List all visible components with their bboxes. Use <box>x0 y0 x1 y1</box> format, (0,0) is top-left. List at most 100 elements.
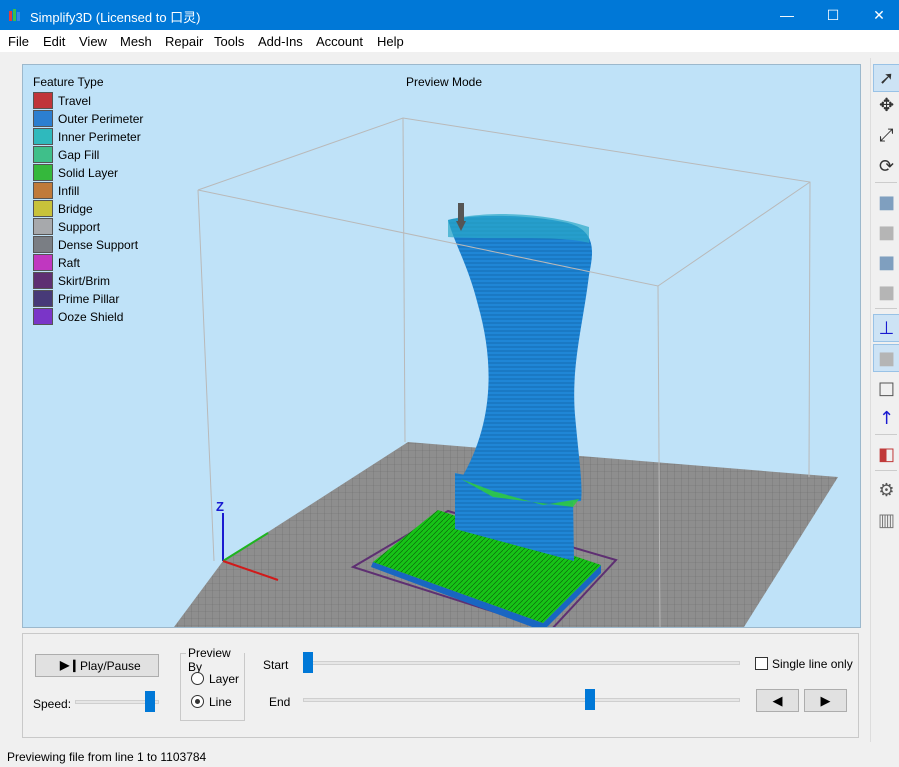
single-line-only-checkbox[interactable] <box>755 657 768 670</box>
single-line-only-label[interactable]: Single line only <box>772 657 853 671</box>
speed-label: Speed: <box>33 697 72 711</box>
preview-by-group: Preview By <box>180 646 245 721</box>
rotate-tool[interactable]: ⟳ <box>873 152 899 180</box>
maximize-button[interactable]: ☐ <box>810 0 856 30</box>
toolbar-separator <box>875 434 897 435</box>
end-slider-thumb[interactable] <box>584 689 595 710</box>
legend-label: Travel <box>58 94 91 108</box>
settings-gear-tool[interactable]: ⚙ <box>873 476 899 504</box>
legend-label: Prime Pillar <box>58 292 120 306</box>
status-text: Previewing file from line 1 to 1103784 <box>7 750 207 764</box>
next-step-button[interactable]: ▶ <box>804 689 847 712</box>
select-arrow-icon: ➚ <box>878 67 895 89</box>
legend-swatch <box>33 218 53 235</box>
legend-swatch <box>33 254 53 271</box>
machine-icon: ▥ <box>877 509 895 531</box>
legend-swatch <box>33 272 53 289</box>
toolbar-separator <box>875 470 897 471</box>
legend-label: Infill <box>58 184 80 198</box>
preview-by-layer-radio[interactable] <box>191 672 204 685</box>
wireframe-view-tool[interactable]: □ <box>873 374 899 402</box>
previous-step-button[interactable]: ◀ <box>756 689 799 712</box>
move-icon: ✥ <box>878 94 895 116</box>
menu-bar: File Edit View Mesh Repair Tools Add-Ins… <box>0 30 899 52</box>
scene-canvas: Z <box>174 117 838 627</box>
radio-selected-dot <box>195 699 200 704</box>
show-axes-icon: ⊥ <box>878 317 895 339</box>
end-slider-track[interactable] <box>303 698 740 702</box>
legend-swatch <box>33 290 53 307</box>
scale-tool[interactable]: ⤢ <box>873 121 899 149</box>
axis-z-label: Z <box>216 499 224 514</box>
right-toolbar: ➚ ✥ ⤢ ⟳ ■ ■ ■ ■ ⊥ ■ □ ↑ ◧ ⚙ ▥ <box>870 58 899 742</box>
legend-swatch <box>33 200 53 217</box>
view-default-cube-icon: ■ <box>877 191 895 213</box>
legend-swatch <box>33 164 53 181</box>
play-pause-button[interactable]: ▶❙ Play/Pause <box>35 654 159 677</box>
menu-repair[interactable]: Repair <box>165 34 203 49</box>
menu-account[interactable]: Account <box>316 34 363 49</box>
view-top-cube-icon: ■ <box>877 251 895 273</box>
preview-mode-label: Preview Mode <box>406 75 483 89</box>
menu-add-ins[interactable]: Add-Ins <box>258 34 303 49</box>
menu-file[interactable]: File <box>8 34 29 49</box>
play-pause-icon: ▶❙ <box>60 658 80 672</box>
legend-label: Inner Perimeter <box>58 130 141 144</box>
preview-by-layer-label[interactable]: Layer <box>209 672 239 686</box>
legend-swatch <box>33 146 53 163</box>
menu-mesh[interactable]: Mesh <box>120 34 152 49</box>
show-axes-tool[interactable]: ⊥ <box>873 314 899 342</box>
preview-viewport[interactable]: Z Feature Type Preview Mode Travel Outer … <box>22 64 861 628</box>
speed-slider-thumb[interactable] <box>145 691 156 712</box>
menu-help[interactable]: Help <box>377 34 404 49</box>
legend-swatch <box>33 128 53 145</box>
select-arrow-tool[interactable]: ➚ <box>873 64 899 92</box>
cross-section-tool[interactable]: ◧ <box>873 440 899 468</box>
normals-tool[interactable]: ↑ <box>873 404 899 432</box>
legend-label: Dense Support <box>58 238 139 252</box>
play-pause-label: Play/Pause <box>80 659 141 673</box>
legend-swatch <box>33 236 53 253</box>
wireframe-view-icon: □ <box>877 377 895 399</box>
menu-view[interactable]: View <box>79 34 107 49</box>
machine-tool[interactable]: ▥ <box>873 506 899 534</box>
start-label: Start <box>263 658 289 672</box>
toolbar-separator <box>875 308 897 309</box>
close-button[interactable]: ✕ <box>856 0 899 30</box>
legend-title: Feature Type <box>33 75 104 89</box>
start-slider-track[interactable] <box>303 661 740 665</box>
view-top-cube-tool[interactable]: ■ <box>873 248 899 276</box>
toolbar-separator <box>875 182 897 183</box>
legend-swatch <box>33 110 53 127</box>
legend-swatch <box>33 182 53 199</box>
view-side-cube-tool[interactable]: ■ <box>873 278 899 306</box>
preview-by-line-radio[interactable] <box>191 695 204 708</box>
menu-tools[interactable]: Tools <box>214 34 244 49</box>
move-tool[interactable]: ✥ <box>873 91 899 119</box>
end-label: End <box>269 695 291 709</box>
title-bar: Simplify3D (Licensed to 口灵) — ☐ ✕ <box>0 0 899 30</box>
view-front-cube-icon: ■ <box>877 221 895 243</box>
menu-edit[interactable]: Edit <box>43 34 65 49</box>
solid-view-icon: ■ <box>877 347 895 369</box>
normals-icon: ↑ <box>878 407 895 429</box>
simplify3d-logo-icon <box>9 9 20 21</box>
legend-label: Gap Fill <box>58 148 100 162</box>
rotate-icon: ⟳ <box>878 155 895 177</box>
preview-by-line-label[interactable]: Line <box>209 695 232 709</box>
preview-controls-panel: ▶❙ Play/Pause Speed: Preview By Layer Li… <box>22 633 859 738</box>
view-front-cube-tool[interactable]: ■ <box>873 218 899 246</box>
cross-section-icon: ◧ <box>877 443 895 465</box>
legend-label: Raft <box>58 256 81 270</box>
legend-label: Solid Layer <box>58 166 119 180</box>
nozzle-indicator <box>458 203 464 223</box>
view-side-cube-icon: ■ <box>877 281 895 303</box>
solid-view-tool[interactable]: ■ <box>873 344 899 372</box>
minimize-button[interactable]: — <box>764 0 810 30</box>
preview-by-title: Preview By <box>186 646 244 674</box>
legend-label: Outer Perimeter <box>58 112 144 126</box>
view-default-cube-tool[interactable]: ■ <box>873 188 899 216</box>
start-slider-thumb[interactable] <box>303 652 313 673</box>
settings-gear-icon: ⚙ <box>878 479 895 501</box>
window-title: Simplify3D (Licensed to 口灵) <box>30 10 201 25</box>
